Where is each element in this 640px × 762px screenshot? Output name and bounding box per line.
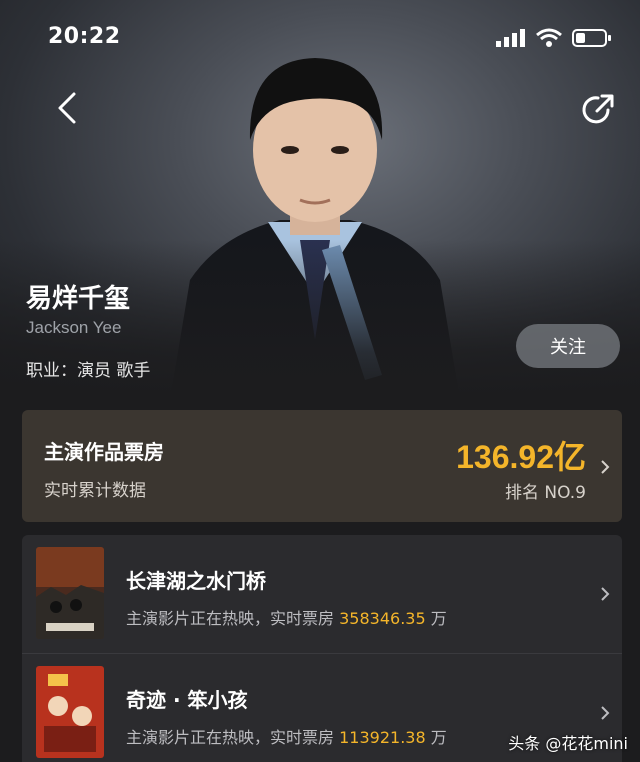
film-title: 长津湖之水门桥 xyxy=(126,569,266,593)
chevron-right-icon xyxy=(601,587,610,601)
film-title: 奇迹 · 笨小孩 xyxy=(126,688,248,712)
film-status-text: 主演影片正在热映，实时票房 xyxy=(126,728,335,747)
box-office-total: 136.92亿 xyxy=(456,439,586,475)
film-item[interactable]: 长津湖之水门桥 主演影片正在热映，实时票房 358346.35 万 xyxy=(22,535,622,653)
film-poster xyxy=(36,547,104,639)
film-gross: 358346.35 xyxy=(339,609,426,628)
film-poster xyxy=(36,666,104,758)
battery-icon xyxy=(572,29,611,47)
wifi-icon xyxy=(536,28,562,47)
film-gross-unit: 万 xyxy=(430,609,447,628)
actor-name: 易烊千玺 xyxy=(26,284,131,314)
film-gross: 113921.38 xyxy=(339,728,426,747)
film-list: 长津湖之水门桥 主演影片正在热映，实时票房 358346.35 万 奇迹 · 笨… xyxy=(22,535,622,762)
film-status: 主演影片正在热映，实时票房 358346.35 万 xyxy=(126,605,447,629)
film-status: 主演影片正在热映，实时票房 113921.38 万 xyxy=(126,724,447,748)
box-office-rank: 排名 NO.9 xyxy=(504,483,586,503)
status-icons xyxy=(496,28,612,48)
film-status-text: 主演影片正在热映，实时票房 xyxy=(126,609,335,628)
status-bar: 20:22 xyxy=(0,0,640,70)
follow-button[interactable]: 关注 xyxy=(516,324,620,368)
film-gross-unit: 万 xyxy=(430,728,447,747)
box-office-card[interactable]: 主演作品票房 实时累计数据 136.92亿 排名 NO.9 xyxy=(22,410,622,522)
watermark: 头条 @花花mini xyxy=(508,734,628,753)
share-icon[interactable] xyxy=(578,90,618,130)
status-time: 20:22 xyxy=(48,24,121,49)
chevron-right-icon xyxy=(601,460,610,474)
back-arrow-icon[interactable] xyxy=(50,90,86,126)
box-office-title: 主演作品票房 xyxy=(44,440,164,464)
signal-icon xyxy=(496,29,525,47)
actor-profession: 职业：演员 歌手 xyxy=(26,361,151,381)
chevron-right-icon xyxy=(601,706,610,720)
actor-name-english: Jackson Yee xyxy=(26,318,122,337)
box-office-subtitle: 实时累计数据 xyxy=(44,481,146,501)
